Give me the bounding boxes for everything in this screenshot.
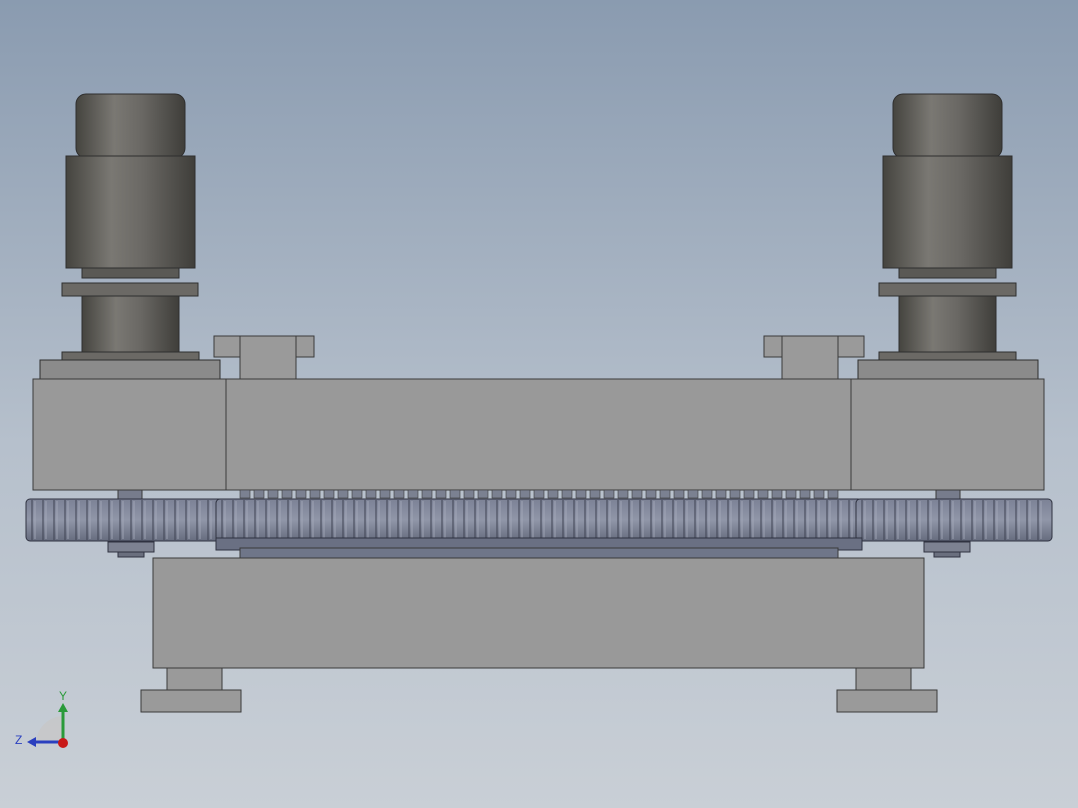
right-motor[interactable] — [857, 93, 1039, 380]
left-motor[interactable] — [39, 93, 221, 380]
gear-bolt — [673, 489, 685, 499]
motor-body — [65, 155, 196, 269]
motor-cap — [75, 93, 186, 159]
gear-bolt — [309, 489, 321, 499]
top-bracket-right[interactable] — [763, 335, 865, 380]
right-gear — [855, 498, 1053, 542]
gear-bolt — [505, 489, 517, 499]
gear-bolt — [253, 489, 265, 499]
motor-base-plate — [878, 351, 1017, 361]
gear-bolt — [617, 489, 629, 499]
gear-bolt — [827, 489, 839, 499]
right-gear-nut-cap — [933, 551, 961, 558]
left-gear-nut — [107, 541, 155, 553]
gear-bolt — [547, 489, 559, 499]
z-axis-arrow-icon — [27, 737, 36, 747]
left-gear-nut-cap — [117, 551, 145, 558]
gear-bolt — [379, 489, 391, 499]
motor-base-plate — [61, 351, 200, 361]
motor-body — [882, 155, 1013, 269]
gear-bolt — [701, 489, 713, 499]
gear-bolt — [575, 489, 587, 499]
gear-bolt — [715, 489, 727, 499]
motor-mount — [39, 359, 221, 380]
gear-bolt — [631, 489, 643, 499]
motor-cap — [892, 93, 1003, 159]
motor-ring — [898, 267, 997, 279]
gear-bolt — [281, 489, 293, 499]
lower-housing[interactable] — [152, 547, 925, 669]
motor-ring — [81, 267, 180, 279]
triad-arc-icon — [36, 716, 63, 742]
gear-bolt — [729, 489, 741, 499]
gear-bolt — [659, 489, 671, 499]
gear-bolt — [295, 489, 307, 499]
motor-neck — [81, 295, 180, 353]
gear-bolt — [645, 489, 657, 499]
gear-bolt — [477, 489, 489, 499]
gear-bolt — [561, 489, 573, 499]
foot-left[interactable] — [140, 667, 242, 713]
gear-bolt — [799, 489, 811, 499]
motor-mount — [857, 359, 1039, 380]
y-axis-arrow-icon — [58, 703, 68, 712]
model-canvas[interactable]: Y Z — [0, 0, 1078, 808]
gear-bolt — [589, 489, 601, 499]
gear-bolt — [687, 489, 699, 499]
top-bracket-left[interactable] — [213, 335, 315, 380]
cad-viewport[interactable]: Y Z — [0, 0, 1078, 808]
left-gear — [25, 498, 225, 542]
triad-z-label: Z — [15, 733, 22, 747]
gear-layer[interactable] — [25, 489, 1053, 558]
gear-bolt — [351, 489, 363, 499]
gear-bolt — [757, 489, 769, 499]
upper-housing[interactable] — [32, 378, 1045, 491]
gear-bolt — [267, 489, 279, 499]
gear-bolt — [771, 489, 783, 499]
gear-bolt — [519, 489, 531, 499]
triad-y-label: Y — [59, 689, 67, 703]
foot-right[interactable] — [836, 667, 938, 713]
gear-bolt — [435, 489, 447, 499]
gear-bolt — [393, 489, 405, 499]
motor-flange — [878, 282, 1017, 297]
gear-bolt — [603, 489, 615, 499]
motor-neck — [898, 295, 997, 353]
gear-bolt — [421, 489, 433, 499]
right-gear-nut — [923, 541, 971, 553]
gear-bolt — [449, 489, 461, 499]
gear-bolt — [813, 489, 825, 499]
gear-bolt — [463, 489, 475, 499]
gear-bolt — [365, 489, 377, 499]
gear-bolt — [407, 489, 419, 499]
orientation-triad[interactable]: Y Z — [15, 689, 68, 748]
gear-bolt — [533, 489, 545, 499]
gear-bolt — [337, 489, 349, 499]
gear-bolt — [785, 489, 797, 499]
gear-bolt — [239, 489, 251, 499]
gear-bolt — [743, 489, 755, 499]
motor-flange — [61, 282, 199, 297]
x-axis-dot-icon — [58, 738, 68, 748]
gear-bolt — [491, 489, 503, 499]
gear-bolt — [323, 489, 335, 499]
